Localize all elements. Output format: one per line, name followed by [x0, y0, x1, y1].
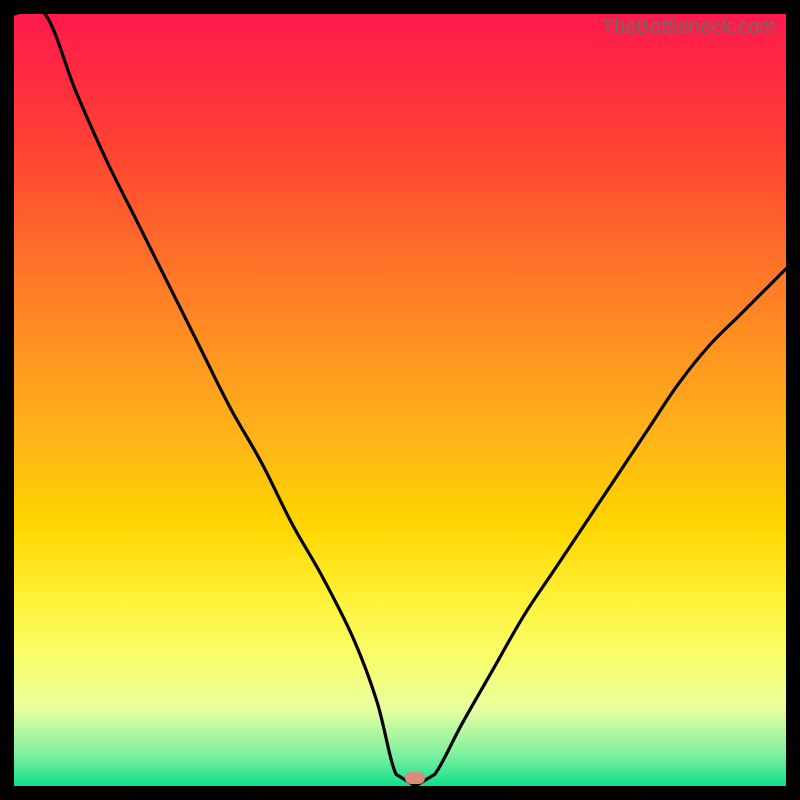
- optimal-marker: [405, 772, 425, 784]
- chart-frame: TheBottleneck.com: [0, 0, 800, 800]
- curve-svg: [14, 14, 786, 786]
- bottleneck-curve: [14, 14, 786, 786]
- plot-area: TheBottleneck.com: [14, 14, 786, 786]
